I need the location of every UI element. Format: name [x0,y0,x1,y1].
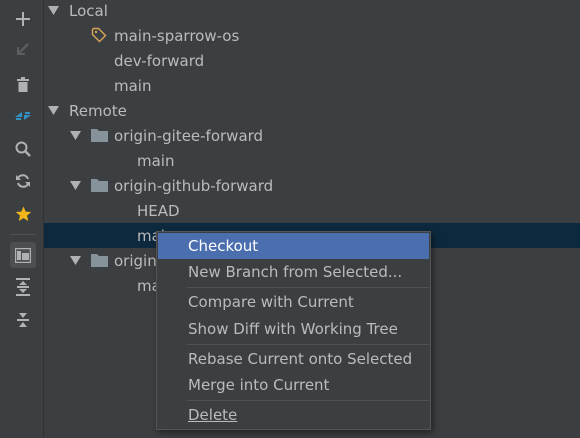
remote-group[interactable]: origin-github-forward [44,173,580,198]
menu-item-rebase[interactable]: Rebase Current onto Selected [158,346,429,372]
star-icon [15,206,31,221]
menu-item-merge[interactable]: Merge into Current [158,372,429,398]
search-icon [15,141,31,157]
collapse-all-icon [17,313,29,327]
menu-item-new-branch[interactable]: New Branch from Selected... [158,259,429,285]
fetch-button[interactable] [7,103,39,129]
tree-node-remote[interactable]: Remote [44,98,580,123]
menu-item-delete[interactable]: Delete [158,402,429,428]
menu-item-label: Rebase Current onto Selected [188,350,413,368]
fetch-icon [15,112,31,120]
tree-node-local[interactable]: Local [44,0,580,23]
menu-item-label: Checkout [188,237,259,255]
remote-group-label: origin [114,251,157,270]
menu-item-label: Merge into Current [188,376,330,394]
menu-item-compare[interactable]: Compare with Current [158,289,429,315]
branch-item[interactable]: main [44,73,580,98]
branch-context-menu: Checkout New Branch from Selected... Com… [156,231,431,430]
branches-toolbar [0,0,44,438]
menu-separator [187,400,429,401]
expand-arrow-icon[interactable] [47,5,59,17]
menu-separator [187,344,429,345]
expand-all-icon [16,278,30,296]
menu-item-checkout[interactable]: Checkout [158,233,429,259]
folder-icon [91,254,108,267]
expand-arrow-icon[interactable] [69,255,81,267]
branch-label: HEAD [137,201,180,220]
trash-icon [17,76,29,92]
git-branches-panel: Local main-sparrow-os dev-forward main R… [0,0,580,438]
menu-item-label: Delete [188,406,238,424]
refresh-icon [16,174,30,188]
branch-label: main [114,76,152,95]
remote-group-label: origin-gitee-forward [114,126,264,145]
branch-label: main-sparrow-os [114,26,240,45]
branch-item[interactable]: main-sparrow-os [44,23,580,48]
tag-icon [91,27,107,43]
folder-icon [91,179,108,192]
menu-item-label: Show Diff with Working Tree [188,320,398,338]
remote-group-label: origin-github-forward [114,176,274,195]
branch-item[interactable]: dev-forward [44,48,580,73]
group-by-repository-button[interactable] [10,242,36,268]
expand-arrow-icon[interactable] [69,130,81,142]
branch-label: main [137,151,175,170]
favorite-button[interactable] [7,201,39,227]
menu-item-label: New Branch from Selected... [188,263,403,281]
remote-label: Remote [69,101,127,120]
menu-item-show-diff[interactable]: Show Diff with Working Tree [158,316,429,342]
expand-arrow-icon[interactable] [47,105,59,117]
folder-icon [91,129,108,142]
menu-item-label: Compare with Current [188,293,354,311]
toolbar-separator [10,234,36,235]
expand-all-button[interactable] [7,274,39,300]
arrow-down-left-icon [17,43,29,55]
new-branch-button[interactable] [7,6,39,32]
branch-label: dev-forward [114,51,205,70]
collapse-all-button[interactable] [7,307,39,333]
remote-group[interactable]: origin-gitee-forward [44,123,580,148]
search-button[interactable] [7,136,39,162]
refresh-button[interactable] [7,168,39,194]
local-label: Local [69,1,108,20]
branch-item[interactable]: main [44,148,580,173]
group-by-repository-icon [15,247,31,263]
plus-icon [16,12,30,26]
branch-item[interactable]: HEAD [44,198,580,223]
update-selected-button[interactable] [7,36,39,62]
expand-arrow-icon[interactable] [69,180,81,192]
delete-branch-button[interactable] [7,71,39,97]
menu-separator [187,287,429,288]
